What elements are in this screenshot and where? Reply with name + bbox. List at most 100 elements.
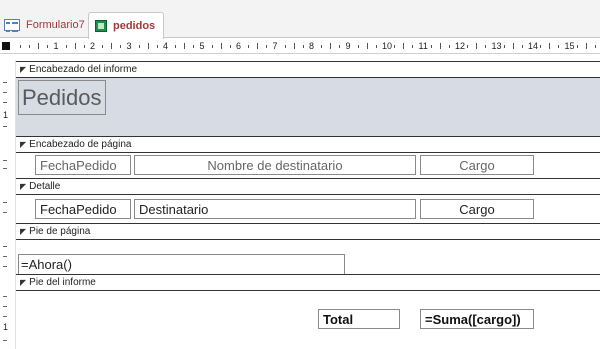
field-fechapedido[interactable]: FechaPedido [35, 199, 131, 219]
ruler-number: 13 [491, 41, 502, 51]
ruler-tick [175, 45, 177, 48]
ruler-number: 9 [345, 41, 351, 51]
field-suma-cargo[interactable]: =Suma([cargo]) [420, 309, 534, 329]
ruler-tick [248, 45, 250, 48]
ruler-tick [430, 45, 432, 48]
ruler-tick [38, 43, 40, 49]
ruler-tick [412, 45, 414, 48]
ruler-tick [3, 82, 7, 83]
ruler-tick [266, 45, 268, 48]
ruler-tick [220, 43, 222, 49]
ruler-number: 1 [3, 110, 9, 120]
ruler-tick [65, 45, 67, 48]
report-design-view: Formulario7 pedidos 1 2 3 4 5 6 7 8 9 10 11 12 13 14 1… [0, 0, 600, 349]
page-footer-band: =Ahora() [16, 240, 600, 274]
ruler-tick [138, 45, 140, 48]
ruler-tick [29, 45, 31, 48]
tab-label: pedidos [113, 20, 156, 32]
horizontal-ruler: 1 2 3 4 5 6 7 8 9 10 11 12 13 14 15 [0, 40, 600, 54]
ruler-select-report-button[interactable] [2, 42, 10, 50]
ruler-number: 6 [236, 41, 242, 51]
ruler-tick [485, 45, 487, 48]
collapse-arrow-icon: ◤ [20, 278, 27, 287]
report-title-label[interactable]: Pedidos [18, 80, 106, 115]
form-icon [4, 19, 20, 32]
ruler-tick [3, 126, 7, 127]
ruler-tick [284, 45, 286, 48]
ruler-tick [3, 102, 7, 103]
tab-formulario7[interactable]: Formulario7 [0, 12, 88, 38]
ruler-tick [467, 45, 469, 48]
ruler-tick [549, 43, 551, 49]
field-cargo[interactable]: Cargo [420, 199, 534, 219]
section-bar-report-header[interactable]: ◤ Encabezado del informe [16, 61, 600, 78]
ruler-tick [257, 43, 259, 49]
ruler-tick [512, 43, 514, 49]
ruler-number: 4 [163, 41, 169, 51]
ruler-number: 3 [126, 41, 132, 51]
report-header-band: Pedidos [16, 78, 600, 136]
ruler-number: 7 [272, 41, 278, 51]
section-bar-detail[interactable]: ◤ Detalle [16, 178, 600, 195]
ruler-tick [357, 45, 359, 48]
ruler-tick [558, 45, 560, 48]
ruler-tick [3, 246, 7, 247]
tab-label: Formulario7 [26, 19, 85, 31]
header-label-cargo[interactable]: Cargo [420, 155, 534, 175]
field-fecha-ahora[interactable]: =Ahora() [18, 254, 345, 274]
ruler-number: 2 [90, 41, 96, 51]
ruler-tick [3, 160, 7, 161]
ruler-tick [330, 43, 332, 49]
tab-pedidos[interactable]: pedidos [88, 12, 164, 39]
ruler-tick [594, 45, 596, 48]
ruler-tick [366, 43, 368, 49]
ruler-number: 11 [418, 41, 428, 51]
ruler-tick [3, 340, 7, 341]
ruler-tick [3, 296, 7, 297]
vertical-ruler: 1 1 [0, 60, 16, 349]
ruler-number: 12 [455, 41, 466, 51]
ruler-number: 1 [53, 41, 59, 51]
section-bar-page-footer[interactable]: ◤ Pie de página [16, 223, 600, 240]
field-destinatario[interactable]: Destinatario [134, 199, 416, 219]
ruler-tick [3, 168, 7, 169]
ruler-tick [375, 45, 377, 48]
ruler-tick [576, 45, 578, 48]
collapse-arrow-icon: ◤ [20, 65, 27, 74]
ruler-tick [3, 266, 7, 267]
ruler-tick [147, 43, 149, 49]
ruler-tick [448, 45, 450, 48]
ruler-tick [476, 43, 478, 49]
ruler-tick [156, 45, 158, 48]
ruler-tick [74, 43, 76, 49]
collapse-arrow-icon: ◤ [20, 227, 27, 236]
section-bar-report-footer[interactable]: ◤ Pie del informe [16, 274, 600, 291]
ruler-tick [120, 45, 122, 48]
detail-band: FechaPedido Destinatario Cargo [16, 195, 600, 223]
ruler-tick [83, 45, 85, 48]
ruler-tick [403, 43, 405, 49]
ruler-tick [47, 45, 49, 48]
ruler-tick [339, 45, 341, 48]
section-label: Detalle [29, 181, 61, 192]
label-total[interactable]: Total [318, 309, 400, 329]
ruler-tick [193, 45, 195, 48]
section-bar-page-header[interactable]: ◤ Encabezado de página [16, 136, 600, 153]
ruler-tick [503, 45, 505, 48]
ruler-tick [3, 306, 7, 307]
ruler-tick [3, 202, 7, 203]
ruler-tick [3, 256, 7, 257]
ruler-tick [111, 43, 113, 49]
ruler-tick [439, 43, 441, 49]
ruler-tick [521, 45, 523, 48]
ruler-tick [302, 45, 304, 48]
ruler-number: 5 [199, 41, 205, 51]
ruler-tick [211, 45, 213, 48]
header-label-fechapedido[interactable]: FechaPedido [35, 155, 131, 175]
ruler-tick [540, 45, 542, 48]
section-label: Encabezado de página [29, 139, 132, 150]
ruler-number: 10 [382, 41, 393, 51]
header-label-nombre-destinatario[interactable]: Nombre de destinatario [134, 155, 416, 175]
ruler-tick [585, 43, 587, 49]
ruler-tick [321, 45, 323, 48]
